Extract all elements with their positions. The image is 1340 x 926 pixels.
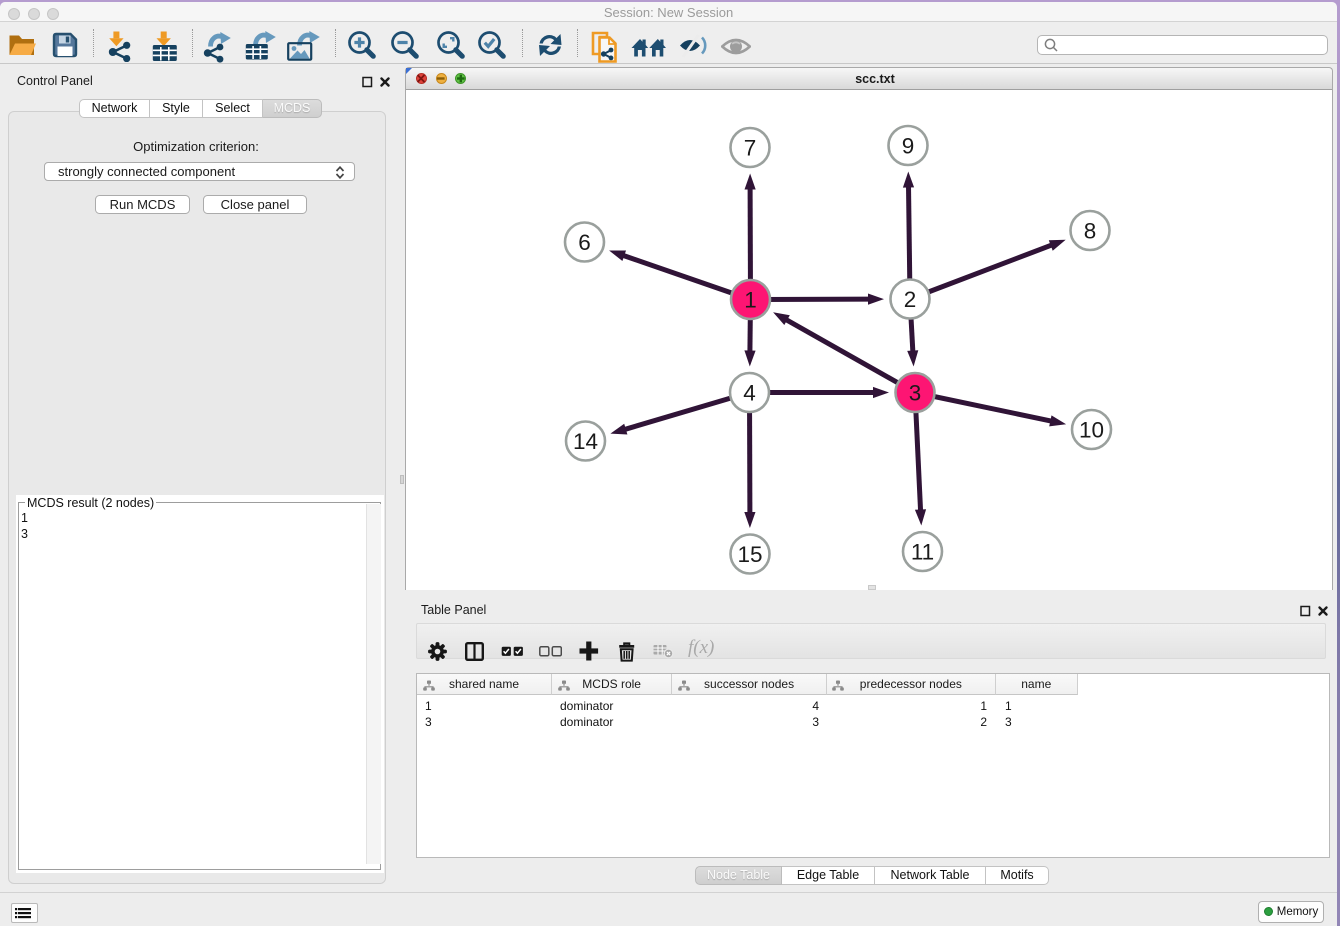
svg-text:15: 15 — [737, 542, 762, 567]
svg-text:4: 4 — [743, 381, 756, 406]
svg-text:8: 8 — [1084, 219, 1097, 244]
svg-text:10: 10 — [1079, 418, 1104, 443]
svg-text:6: 6 — [578, 230, 591, 255]
svg-text:14: 14 — [573, 429, 598, 454]
svg-text:2: 2 — [904, 287, 917, 312]
svg-text:7: 7 — [744, 136, 757, 161]
svg-text:9: 9 — [902, 134, 915, 159]
svg-text:3: 3 — [909, 381, 922, 406]
svg-text:1: 1 — [744, 288, 757, 313]
svg-text:11: 11 — [911, 540, 934, 565]
